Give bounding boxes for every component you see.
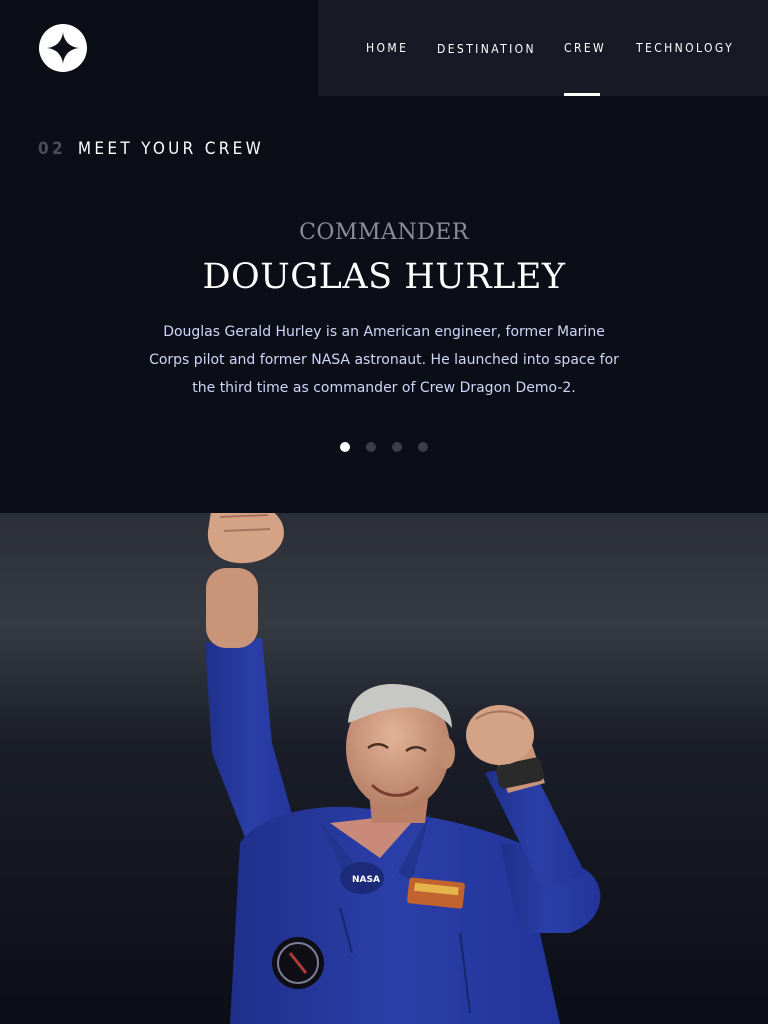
pager-dot-1[interactable]	[340, 442, 350, 452]
section-heading: 02 MEET YOUR CREW	[38, 137, 264, 161]
nav-label-home: HOME	[366, 41, 409, 55]
section-title: MEET YOUR CREW	[77, 139, 265, 159]
crew-name: DOUGLAS HURLEY	[202, 257, 566, 297]
pager-dot-3[interactable]	[392, 442, 402, 452]
primary-navigation: HOME DESTINATION CREW TECHNOLOGY	[318, 0, 768, 96]
crew-role: COMMANDER	[299, 220, 469, 245]
crew-member-photo: NASA	[0, 513, 768, 1024]
active-nav-indicator	[564, 93, 600, 96]
nasa-patch-text: NASA	[352, 875, 380, 885]
nav-item-home[interactable]: HOME	[366, 0, 406, 96]
nav-item-crew[interactable]: CREW	[564, 0, 604, 96]
pager-dot-4[interactable]	[418, 442, 428, 452]
nav-label-technology: TECHNOLOGY	[636, 41, 735, 55]
nav-item-technology[interactable]: TECHNOLOGY	[636, 0, 732, 96]
nav-label-crew: CREW	[564, 41, 607, 55]
pager-dot-2[interactable]	[366, 442, 376, 452]
nav-label-destination: DESTINATION	[437, 42, 537, 56]
crew-bio: Douglas Gerald Hurley is an American eng…	[149, 324, 619, 396]
logo-icon[interactable]	[39, 24, 87, 72]
nav-item-destination[interactable]: DESTINATION	[437, 0, 534, 96]
section-number: 02	[38, 139, 66, 159]
